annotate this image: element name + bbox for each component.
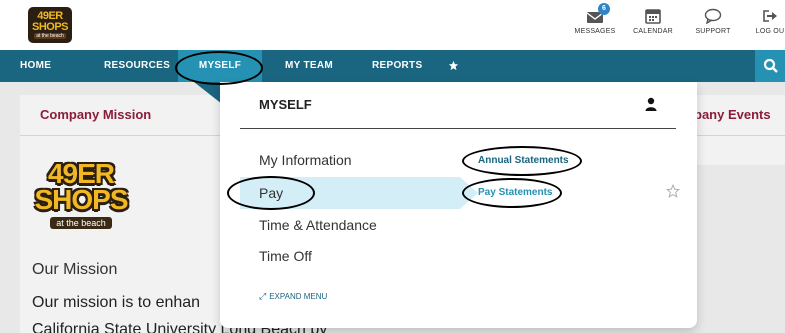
- nav-reports[interactable]: REPORTS: [372, 50, 422, 82]
- annotation-oval-pay: [227, 176, 315, 210]
- support-label: SUPPORT: [695, 28, 731, 35]
- company-mission-title: Company Mission: [40, 107, 152, 122]
- company-events-title: pany Events: [694, 107, 771, 122]
- nav-my-team[interactable]: MY TEAM: [285, 50, 333, 82]
- calendar-label: CALENDAR: [633, 28, 673, 35]
- mission-logo: 49ER SHOPS at the beach: [33, 155, 129, 235]
- logout-link[interactable]: LOG OU: [740, 8, 785, 42]
- logo-line-2: SHOPS: [31, 21, 69, 33]
- top-header: 49ER SHOPS at the beach 6 MESSAGES CALEN…: [0, 0, 785, 50]
- dropdown-divider: [240, 128, 676, 129]
- panel-divider: [20, 135, 225, 136]
- panel-divider: [688, 135, 785, 136]
- menu-item-my-information[interactable]: My Information: [259, 152, 352, 168]
- company-mission-panel: Company Mission 49ER SHOPS at the beach …: [20, 95, 327, 333]
- messages-link[interactable]: 6 MESSAGES: [565, 3, 625, 42]
- annotation-oval-annual-statements: [462, 146, 582, 176]
- mission-heading: Our Mission: [32, 261, 118, 278]
- chat-bubble-icon: [704, 8, 722, 25]
- user-icon: [645, 97, 657, 111]
- nav-search-button[interactable]: [755, 50, 785, 82]
- main-nav: HOME RESOURCES MYSELF MY TEAM REPORTS: [0, 50, 785, 82]
- expand-menu-label: EXPAND MENU: [269, 292, 328, 301]
- annotation-oval-myself: [175, 51, 263, 85]
- calendar-icon: [644, 8, 662, 24]
- calendar-link[interactable]: CALENDAR: [623, 8, 683, 42]
- nav-resources[interactable]: RESOURCES: [104, 50, 170, 82]
- favorite-star-icon[interactable]: [666, 183, 680, 198]
- expand-icon: ⤢: [259, 291, 267, 301]
- logo-line-3: at the beach: [34, 33, 66, 39]
- expand-menu-link[interactable]: ⤢ EXPAND MENU: [259, 291, 327, 302]
- messages-badge: 6: [598, 3, 610, 15]
- search-icon: [755, 58, 779, 78]
- site-logo[interactable]: 49ER SHOPS at the beach: [28, 7, 72, 43]
- menu-item-time-off[interactable]: Time Off: [259, 248, 312, 264]
- mission-text-line-1: Our mission is to enhan: [32, 294, 201, 311]
- logout-label: LOG OU: [755, 28, 785, 35]
- menu-item-time-attendance[interactable]: Time & Attendance: [259, 217, 377, 233]
- envelope-icon: 6: [586, 3, 610, 24]
- messages-label: MESSAGES: [574, 28, 616, 35]
- dropdown-title: MYSELF: [259, 97, 312, 112]
- logout-icon: [761, 8, 779, 24]
- nav-favorites-star-icon[interactable]: [448, 50, 460, 82]
- support-link[interactable]: SUPPORT: [683, 8, 743, 42]
- mission-logo-line-3: at the beach: [50, 217, 112, 229]
- annotation-oval-pay-statements: [462, 178, 562, 208]
- nav-home[interactable]: HOME: [20, 50, 51, 82]
- mission-logo-line-2: SHOPS: [34, 184, 128, 215]
- company-events-panel: pany Events: [688, 95, 785, 165]
